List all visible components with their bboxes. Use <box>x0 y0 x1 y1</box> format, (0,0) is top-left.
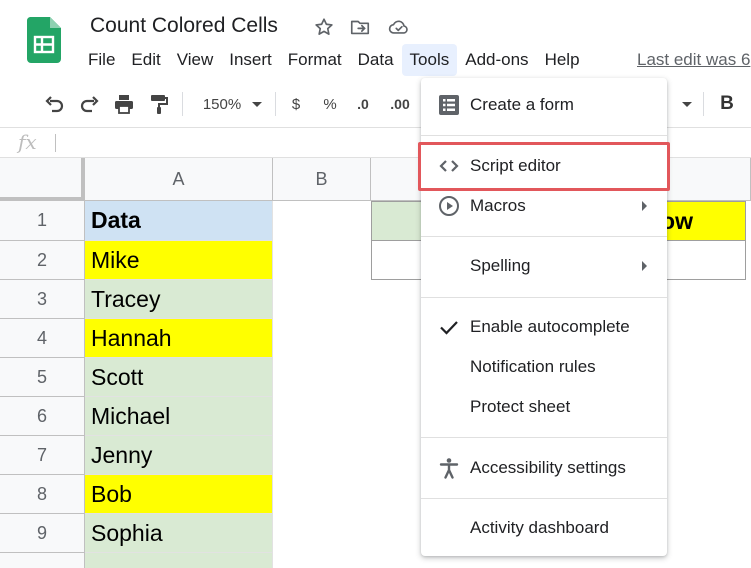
script-editor-highlight <box>418 142 670 191</box>
cell-a6[interactable]: Michael <box>85 397 273 436</box>
menu-item-label: Notification rules <box>470 357 596 376</box>
menu-item-macros[interactable]: Macros <box>421 188 667 224</box>
menu-item-label: Macros <box>470 196 526 215</box>
cell-a9[interactable]: Sophia <box>85 514 273 553</box>
row-header-8[interactable]: 8 <box>0 475 85 514</box>
zoom-select[interactable]: 150% <box>198 92 246 116</box>
menu-item-notification-rules[interactable]: Notification rules <box>421 349 667 385</box>
menu-data[interactable]: Data <box>350 44 402 76</box>
cell-a10[interactable] <box>85 553 273 568</box>
currency-format-button[interactable]: $ <box>286 92 306 116</box>
menu-item-activity-dashboard[interactable]: Activity dashboard <box>421 510 667 546</box>
sheets-logo-icon[interactable] <box>27 17 61 63</box>
star-icon[interactable] <box>313 16 335 38</box>
toolbar-divider <box>703 92 704 116</box>
column-header-b[interactable]: B <box>273 158 371 201</box>
increase-decimal-button[interactable]: .00 <box>386 92 414 116</box>
header: Count Colored Cells File Edit View Inser… <box>0 0 751 78</box>
row-header-6[interactable]: 6 <box>0 397 85 436</box>
menubar: File Edit View Insert Format Data Tools … <box>80 44 588 76</box>
row-header-5[interactable]: 5 <box>0 358 85 397</box>
cell-a5[interactable]: Scott <box>85 358 273 397</box>
paint-format-icon[interactable] <box>147 92 171 116</box>
column-header-a[interactable]: A <box>85 158 273 201</box>
menu-divider <box>421 297 667 298</box>
formula-divider <box>55 134 56 152</box>
menu-divider <box>421 437 667 438</box>
fx-icon: fx <box>18 130 37 154</box>
form-icon <box>439 95 459 115</box>
row-header-10[interactable] <box>0 553 85 568</box>
cell-a7[interactable]: Jenny <box>85 436 273 475</box>
row-header-7[interactable]: 7 <box>0 436 85 475</box>
menu-item-spelling[interactable]: Spelling <box>421 248 667 284</box>
row-header-1[interactable]: 1 <box>0 201 85 241</box>
menu-tools[interactable]: Tools <box>401 44 458 76</box>
cloud-saved-icon[interactable] <box>388 16 410 38</box>
menu-edit[interactable]: Edit <box>123 44 168 76</box>
menu-help[interactable]: Help <box>537 44 588 76</box>
menu-item-enable-autocomplete[interactable]: Enable autocomplete <box>421 309 667 345</box>
menu-file[interactable]: File <box>80 44 123 76</box>
zoom-dropdown-icon[interactable] <box>250 92 264 116</box>
last-edit-link[interactable]: Last edit was 6 <box>637 50 750 70</box>
menu-item-label: Accessibility settings <box>470 458 626 477</box>
undo-icon[interactable] <box>42 92 66 116</box>
check-icon <box>440 321 458 335</box>
print-icon[interactable] <box>112 92 136 116</box>
cell-a1[interactable]: Data <box>85 201 273 241</box>
menu-item-accessibility-settings[interactable]: Accessibility settings <box>421 450 667 486</box>
percent-format-button[interactable]: % <box>320 92 340 116</box>
menu-item-label: Protect sheet <box>470 397 571 416</box>
menu-divider <box>421 498 667 499</box>
menu-item-protect-sheet[interactable]: Protect sheet <box>421 389 667 425</box>
decrease-decimal-button[interactable]: .0 <box>352 92 374 116</box>
document-title[interactable]: Count Colored Cells <box>90 14 278 38</box>
select-all-corner[interactable] <box>0 158 85 201</box>
font-size-dropdown-icon[interactable] <box>680 92 694 116</box>
redo-icon[interactable] <box>78 92 102 116</box>
menu-item-label: Enable autocomplete <box>470 317 630 336</box>
bold-button[interactable]: B <box>716 92 738 116</box>
sheets-app: Count Colored Cells File Edit View Inser… <box>0 0 751 568</box>
submenu-arrow-icon <box>642 201 647 211</box>
row-header-2[interactable]: 2 <box>0 241 85 280</box>
submenu-arrow-icon <box>642 261 647 271</box>
menu-divider <box>421 236 667 237</box>
row-header-9[interactable]: 9 <box>0 514 85 553</box>
menu-item-label: Create a form <box>470 95 574 114</box>
menu-format[interactable]: Format <box>280 44 350 76</box>
menu-item-create-form[interactable]: Create a form <box>421 87 667 123</box>
toolbar-divider <box>275 92 276 116</box>
menu-insert[interactable]: Insert <box>221 44 280 76</box>
cell-a3[interactable]: Tracey <box>85 280 273 319</box>
cell-a2[interactable]: Mike <box>85 241 273 280</box>
menu-item-label: Activity dashboard <box>470 518 609 537</box>
play-circle-icon <box>439 196 459 216</box>
menu-view[interactable]: View <box>169 44 222 76</box>
row-header-3[interactable]: 3 <box>0 280 85 319</box>
cell-a8[interactable]: Bob <box>85 475 273 514</box>
menu-item-label: Spelling <box>470 256 531 275</box>
menu-addons[interactable]: Add-ons <box>457 44 536 76</box>
toolbar-divider <box>182 92 183 116</box>
menu-divider <box>421 135 667 136</box>
move-to-folder-icon[interactable] <box>349 16 371 38</box>
cell-a4[interactable]: Hannah <box>85 319 273 358</box>
row-header-4[interactable]: 4 <box>0 319 85 358</box>
accessibility-icon <box>439 458 459 479</box>
